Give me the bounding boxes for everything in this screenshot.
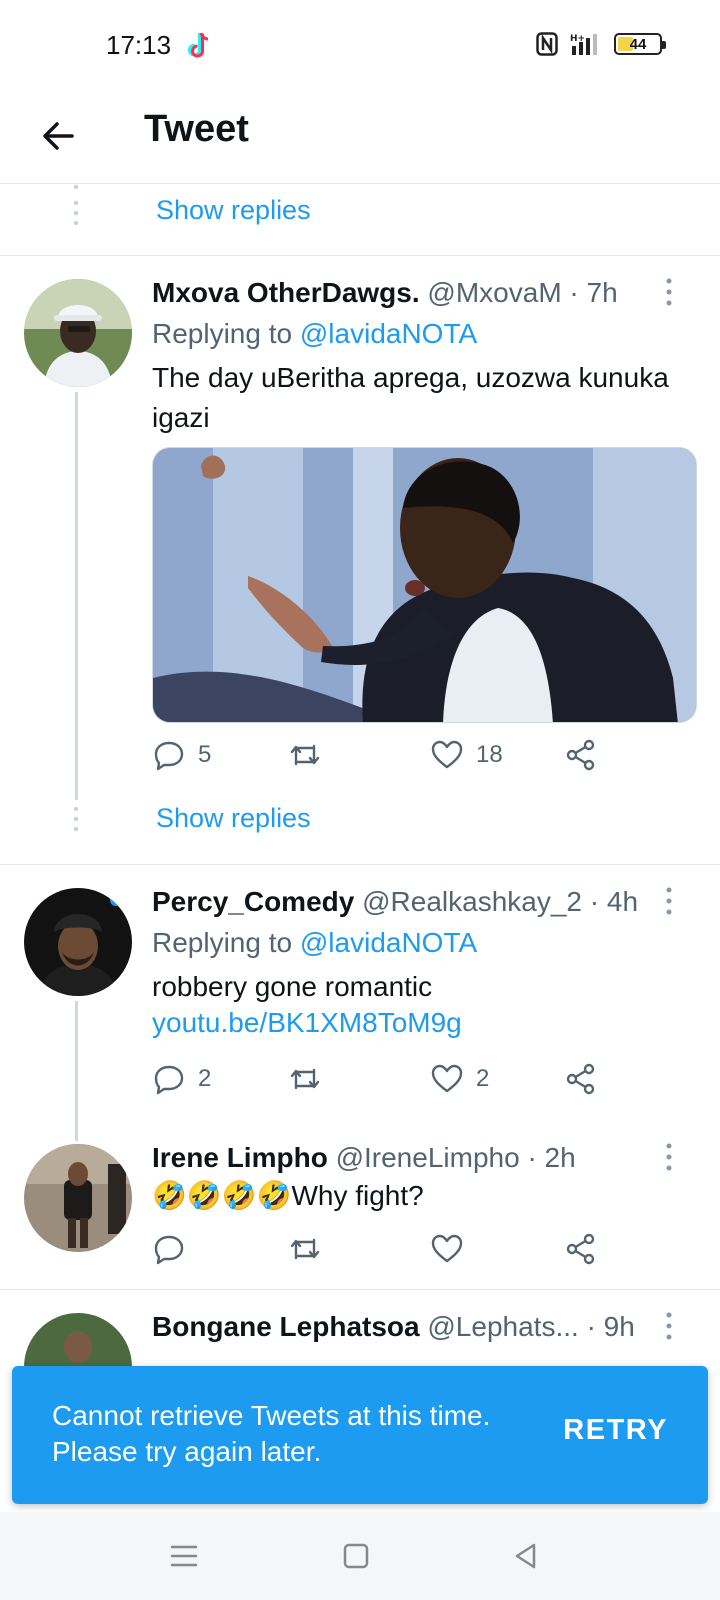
arrow-left-icon [43,122,74,150]
show-replies-link[interactable]: Show replies [156,195,311,226]
tweet-media-image[interactable] [152,447,697,723]
avatar[interactable] [24,1144,132,1252]
share-icon [566,1233,595,1265]
tweet-text: robbery gone romantic [152,971,433,1002]
retweet-icon [290,1068,320,1090]
page-title: Tweet [144,108,249,150]
tiktok-icon [188,32,209,58]
tweet-author-handle[interactable]: @Lephats... [427,1311,578,1342]
heart-icon [431,740,463,769]
more-vertical-icon[interactable] [664,1142,674,1172]
tweet-time: · 2h [527,1142,576,1173]
like-button[interactable] [430,1232,476,1266]
top-app-bar: Tweet [0,90,720,184]
heart-icon [431,1064,463,1093]
home-square-icon[interactable] [338,1538,374,1574]
divider [0,1289,720,1290]
tweet-author-handle[interactable]: @Realkashkay_2 [362,886,582,917]
nfc-icon [536,32,558,56]
tweet-header: Irene Limpho @IreneLimpho · 2h [152,1142,576,1174]
thread-dots [74,201,78,231]
reply-icon [154,1235,184,1265]
tweet-header: Mxova OtherDawgs. @MxovaM · 7h [152,277,618,309]
divider [0,864,720,865]
thread-line [75,1001,78,1141]
tweet-time: · 4h [589,886,639,917]
replying-to: Replying to @lavidaNOTA [152,318,477,350]
tweet-actions: 2 2 [152,1062,622,1102]
show-replies-link[interactable]: Show replies [156,803,311,834]
thread-continuation-dots [74,185,78,195]
tweet-author-name[interactable]: Percy_Comedy [152,886,354,917]
back-triangle-icon[interactable] [508,1538,544,1574]
status-time: 17:13 [106,30,172,60]
retweet-icon [290,1238,320,1260]
replying-to-mention[interactable]: @lavidaNOTA [300,318,477,349]
tweet-author-handle[interactable]: @MxovaM [427,277,561,308]
reply-icon [154,741,184,771]
share-icon [566,739,595,771]
reply-count: 2 [198,1065,212,1092]
more-vertical-icon[interactable] [664,277,674,307]
share-button[interactable] [564,738,598,772]
reply-button[interactable]: 5 [152,738,211,772]
share-button[interactable] [564,1062,598,1096]
avatar[interactable] [24,279,132,387]
share-button[interactable] [564,1232,598,1266]
replying-to-prefix: Replying to [152,927,293,958]
back-button[interactable] [34,112,82,160]
retweet-button[interactable] [288,1232,334,1266]
tweet-link[interactable]: youtu.be/BK1XM8ToM9g [152,1007,462,1039]
retry-button[interactable]: RETRY [563,1414,668,1447]
tweet-time: · 9h [586,1311,635,1342]
battery-icon: 44 [614,33,666,55]
reply-button[interactable]: 2 [152,1062,211,1096]
tweet-text: 🤣🤣🤣🤣Why fight? [152,1180,424,1211]
more-vertical-icon[interactable] [664,1311,674,1341]
thread-line [75,392,78,800]
tweet-actions [152,1232,622,1272]
tweet-author-handle[interactable]: @IreneLimpho [336,1142,520,1173]
tweet-feed[interactable]: Show replies Mxova OtherDawgs. @MxovaM ·… [0,185,720,1395]
retweet-button[interactable] [288,738,334,772]
menu-icon[interactable] [166,1538,202,1574]
reply-button[interactable] [152,1232,198,1266]
tweet-text: The day uBeritha aprega, uzozwa kunuka i… [152,362,669,433]
heart-icon [431,1234,463,1263]
replying-to-prefix: Replying to [152,318,293,349]
more-vertical-icon[interactable] [664,886,674,916]
share-icon [566,1063,595,1095]
like-button[interactable]: 2 [430,1062,489,1096]
retweet-button[interactable] [288,1062,334,1096]
status-bar: 17:13 H+ 44 [0,0,720,90]
reply-icon [154,1065,184,1095]
tweet-header: Percy_Comedy @Realkashkay_2 · 4h [152,886,638,918]
retweet-icon [290,744,320,766]
system-navigation-bar [0,1512,720,1600]
tweet-author-name[interactable]: Irene Limpho [152,1142,328,1173]
signal-icon: H+ [570,34,597,55]
avatar[interactable] [24,888,132,996]
tweet-author-name[interactable]: Bongane Lephatsoa [152,1311,420,1342]
tweet-time: · 7h [569,277,618,308]
replying-to: Replying to @lavidaNOTA [152,927,477,959]
battery-level: 44 [629,35,647,53]
thread-dots [74,807,78,837]
like-count: 18 [476,741,503,768]
error-snackbar: Cannot retrieve Tweets at this time. Ple… [12,1366,708,1504]
tweet-actions: 5 18 [152,738,622,778]
tweet-author-name[interactable]: Mxova OtherDawgs. [152,277,420,308]
like-count: 2 [476,1065,490,1092]
divider [0,255,720,256]
like-button[interactable]: 18 [430,738,503,772]
reply-count: 5 [198,741,212,768]
tweet-header: Bongane Lephatsoa @Lephats... · 9h [152,1311,635,1343]
replying-to-mention[interactable]: @lavidaNOTA [300,927,477,958]
snackbar-message: Cannot retrieve Tweets at this time. Ple… [52,1400,491,1467]
